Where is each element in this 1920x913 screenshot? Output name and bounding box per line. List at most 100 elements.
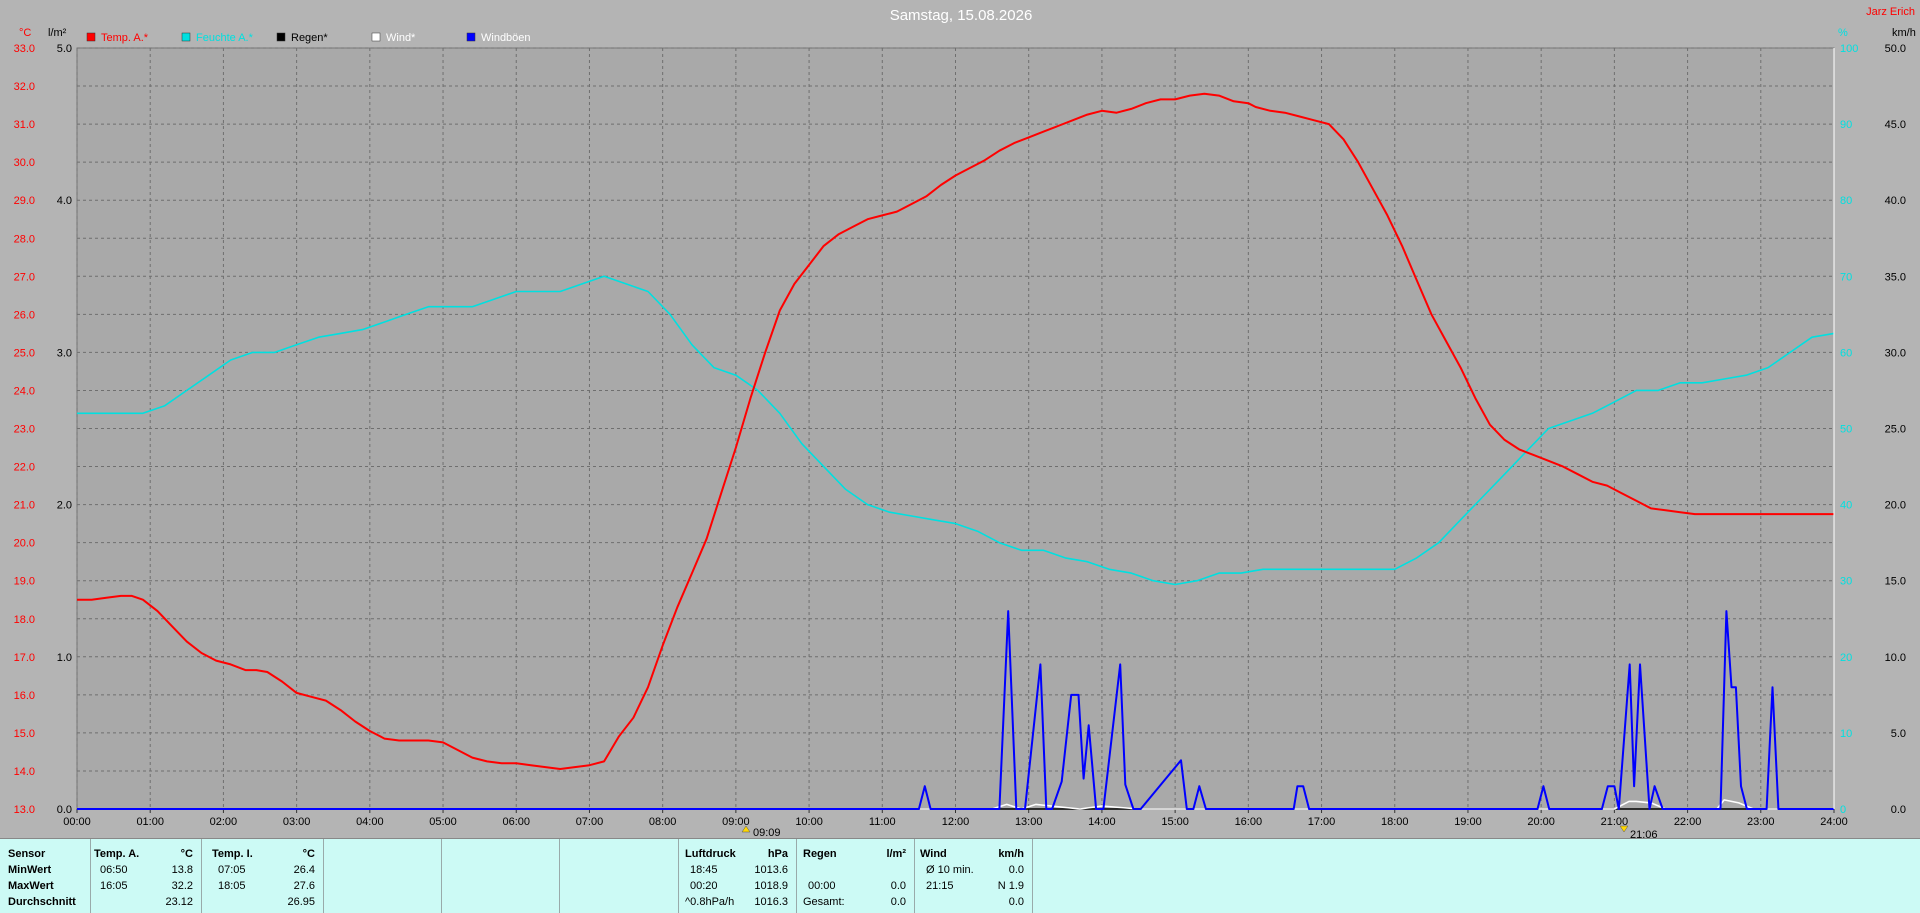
time-tick-label: 11:00 xyxy=(869,816,896,828)
legend-swatch xyxy=(181,32,191,42)
time-tick-label: 07:00 xyxy=(576,816,604,828)
wind-r2-time: 21:15 xyxy=(926,880,954,892)
rain-r2-time: 00:00 xyxy=(808,880,836,892)
humidity-tick-label: 60 xyxy=(1840,347,1852,359)
rain-axis-labels: 0.0 1.0 2.0 3.0 4.0 5.0 xyxy=(57,43,72,816)
summary-empty-column-2 xyxy=(441,839,560,913)
temp-tick-label: 23.0 xyxy=(14,424,35,436)
time-tick-label: 12:00 xyxy=(942,816,970,828)
summary-label-min: MinWert xyxy=(8,864,52,876)
sunset-marker: 21:06 xyxy=(1619,825,1658,838)
temp-tick-label: 32.0 xyxy=(14,81,35,93)
rain-total: 0.0 xyxy=(890,896,906,908)
summary-rain-column: Regen l/m² 00:00 0.0 Gesamt: 0.0 xyxy=(796,839,915,913)
pressure-trend: ^0.8hPa/h xyxy=(685,896,735,908)
summary-pressure-column: Luftdruck hPa 18:45 1013.6 00:20 1018.9 … xyxy=(678,839,797,913)
rain-tick-label: 1.0 xyxy=(57,652,72,664)
temp-i-max-time: 18:05 xyxy=(218,880,246,892)
summary-label-max: MaxWert xyxy=(8,880,54,892)
time-tick-label: 22:00 xyxy=(1674,816,1702,828)
humidity-axis-labels: 0 10 20 30 40 50 60 70 80 90 100 xyxy=(1840,43,1858,816)
rain-tick-label: 2.0 xyxy=(57,500,72,512)
sunset-time: 21:06 xyxy=(1630,829,1658,838)
wind-r1: 0.0 xyxy=(1008,864,1024,876)
rain-tick-label: 5.0 xyxy=(57,43,72,55)
temp-axis-labels: 13.0 14.0 15.0 16.0 17.0 18.0 19.0 20.0 21.0 22.0… xyxy=(14,43,35,816)
wind-unit: km/h xyxy=(998,848,1024,860)
summary-empty-column-1 xyxy=(323,839,442,913)
temp-a-avg: 23.12 xyxy=(165,896,193,908)
temp-a-title: Temp. A. xyxy=(94,848,140,860)
pressure-r3: 1016.3 xyxy=(754,896,788,908)
temp-tick-label: 25.0 xyxy=(14,347,35,359)
temp-tick-label: 14.0 xyxy=(14,766,35,778)
sunset-icon xyxy=(1619,825,1629,833)
wind-r3: 0.0 xyxy=(1008,896,1024,908)
summary-panel: Sensor MinWert MaxWert Durchschnitt Temp… xyxy=(0,838,1920,913)
temp-a-min: 13.8 xyxy=(171,864,193,876)
pressure-r2-time: 00:20 xyxy=(690,880,718,892)
temp-tick-label: 28.0 xyxy=(14,233,35,245)
legend-label: Windböen xyxy=(481,32,531,44)
wind-tick-label: 30.0 xyxy=(1885,347,1906,359)
pressure-title: Luftdruck xyxy=(685,848,736,860)
wind-tick-label: 25.0 xyxy=(1885,424,1906,436)
humidity-tick-label: 90 xyxy=(1840,119,1852,131)
temp-tick-label: 31.0 xyxy=(14,119,35,131)
wind-tick-label: 10.0 xyxy=(1885,652,1906,664)
unit-rain-label: l/m² xyxy=(48,27,67,39)
time-tick-label: 23:00 xyxy=(1747,816,1775,828)
temp-tick-label: 24.0 xyxy=(14,385,35,397)
time-tick-label: 00:00 xyxy=(63,816,91,828)
wind-tick-label: 0.0 xyxy=(1891,804,1906,816)
legend: Temp. A.* Feuchte A.* Regen* Wind* Windböen xyxy=(86,32,531,44)
user-label: Jarz Erich xyxy=(1866,6,1915,18)
pressure-unit: hPa xyxy=(767,848,788,860)
wind-tick-label: 15.0 xyxy=(1885,576,1906,588)
temp-tick-label: 20.0 xyxy=(14,538,35,550)
rain-tick-label: 0.0 xyxy=(57,804,72,816)
time-tick-label: 18:00 xyxy=(1381,816,1409,828)
temp-tick-label: 22.0 xyxy=(14,462,35,474)
time-tick-label: 08:00 xyxy=(649,816,677,828)
humidity-tick-label: 70 xyxy=(1840,271,1852,283)
temp-i-unit: °C xyxy=(302,848,315,860)
wind-axis-labels: 0.0 5.0 10.0 15.0 20.0 25.0 30.0 35.0 40.0 45.0 50… xyxy=(1885,43,1906,816)
legend-swatch xyxy=(276,32,286,42)
pressure-r1: 1013.6 xyxy=(754,864,788,876)
wind-tick-label: 50.0 xyxy=(1885,43,1906,55)
time-tick-label: 13:00 xyxy=(1015,816,1043,828)
legend-swatch xyxy=(466,32,476,42)
rain-unit: l/m² xyxy=(886,848,906,860)
temp-tick-label: 30.0 xyxy=(14,157,35,169)
wind-tick-label: 5.0 xyxy=(1891,728,1906,740)
rain-total-label: Gesamt: xyxy=(803,896,845,908)
wind-tick-label: 35.0 xyxy=(1885,271,1906,283)
rain-tick-label: 4.0 xyxy=(57,195,72,207)
temp-i-min: 26.4 xyxy=(293,864,315,876)
temp-tick-label: 13.0 xyxy=(14,804,35,816)
wind-tick-label: 45.0 xyxy=(1885,119,1906,131)
time-tick-label: 19:00 xyxy=(1454,816,1482,828)
time-tick-label: 20:00 xyxy=(1527,816,1555,828)
legend-swatch xyxy=(371,32,381,42)
temp-i-title: Temp. I. xyxy=(212,848,253,860)
time-tick-label: 05:00 xyxy=(429,816,457,828)
time-tick-label: 14:00 xyxy=(1088,816,1116,828)
summary-wind-column: Wind km/h Ø 10 min. 0.0 21:15 N 1.9 0.0 xyxy=(914,839,1033,913)
chart-title: Samstag, 15.08.2026 xyxy=(890,7,1033,24)
summary-temp-a-column: Temp. A. °C 06:50 13.8 16:05 32.2 23.12 xyxy=(90,839,202,913)
humidity-tick-label: 10 xyxy=(1840,728,1852,740)
time-tick-label: 06:00 xyxy=(502,816,530,828)
wind-tick-label: 20.0 xyxy=(1885,500,1906,512)
summary-temp-i-column: Temp. I. °C 07:05 26.4 18:05 27.6 26.95 xyxy=(201,839,324,913)
humidity-tick-label: 50 xyxy=(1840,424,1852,436)
unit-temp-label: °C xyxy=(19,27,31,39)
wind-r1-label: Ø 10 min. xyxy=(926,864,974,876)
time-tick-label: 01:00 xyxy=(136,816,164,828)
summary-empty-column-3 xyxy=(559,839,679,913)
time-tick-label: 02:00 xyxy=(210,816,238,828)
temp-a-max-time: 16:05 xyxy=(100,880,128,892)
legend-label: Regen* xyxy=(291,32,328,44)
sunrise-time: 09:09 xyxy=(753,827,781,838)
